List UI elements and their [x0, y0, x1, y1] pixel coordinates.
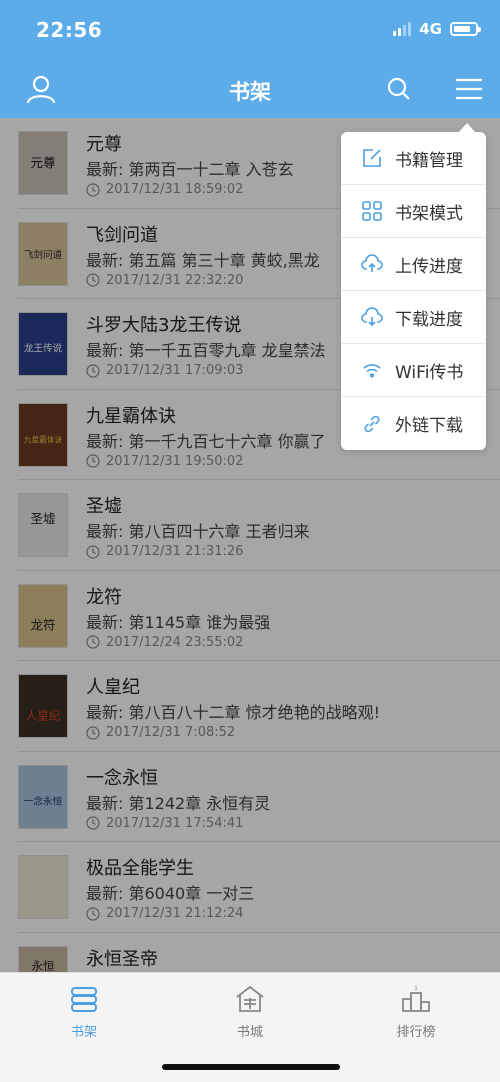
menu-item-upload-progress[interactable]: 上传进度	[341, 238, 486, 291]
home-indicator	[162, 1064, 340, 1070]
status-indicators: 4G	[393, 20, 481, 38]
network-type: 4G	[419, 20, 442, 38]
cloud-upload-icon	[361, 254, 383, 272]
page-title: 书架	[229, 80, 271, 104]
popup-menu: 书籍管理 书架模式 上传进度 下载进度 WiFi传书 外链下载	[341, 123, 486, 450]
svg-text:1: 1	[414, 985, 418, 992]
menu-item-download-progress[interactable]: 下载进度	[341, 291, 486, 344]
nav-bar: 书架	[0, 62, 500, 118]
menu-item-label: 下载进度	[395, 309, 463, 330]
tab-label: 排行榜	[396, 1025, 436, 1040]
status-bar: 22:56 4G	[0, 0, 500, 62]
menu-item-label: 上传进度	[395, 256, 463, 277]
menu-item-label: WiFi传书	[395, 362, 464, 383]
grid-icon	[362, 201, 382, 221]
ranking-icon: 1	[402, 985, 430, 1012]
edit-icon	[363, 149, 381, 167]
menu-item-shelf-mode[interactable]: 书架模式	[341, 185, 486, 238]
link-icon	[364, 415, 380, 432]
tab-bookstore[interactable]: 书城	[190, 983, 310, 1040]
status-time: 22:56	[36, 18, 103, 42]
tab-bookshelf[interactable]: 书架	[24, 983, 144, 1040]
signal-icon	[393, 22, 412, 36]
menu-item-label: 书架模式	[395, 203, 463, 224]
tab-label: 书架	[70, 1025, 97, 1040]
bookstore-icon	[236, 985, 264, 1012]
menu-item-label: 书籍管理	[395, 150, 463, 171]
tab-ranking[interactable]: 1 排行榜	[356, 983, 476, 1040]
wifi-icon	[363, 364, 381, 378]
menu-item-label: 外链下载	[395, 416, 463, 436]
battery-icon	[450, 22, 481, 36]
menu-item-link-download[interactable]: 外链下载	[341, 397, 486, 450]
tab-label: 书城	[236, 1025, 263, 1040]
menu-item-wifi-transfer[interactable]: WiFi传书	[341, 344, 486, 397]
cloud-download-icon	[361, 307, 383, 327]
popup-arrow	[458, 123, 476, 133]
menu-item-book-management[interactable]: 书籍管理	[341, 132, 486, 185]
bookshelf-icon	[71, 987, 97, 1012]
search-icon[interactable]	[382, 72, 416, 106]
menu-icon[interactable]	[452, 72, 486, 106]
